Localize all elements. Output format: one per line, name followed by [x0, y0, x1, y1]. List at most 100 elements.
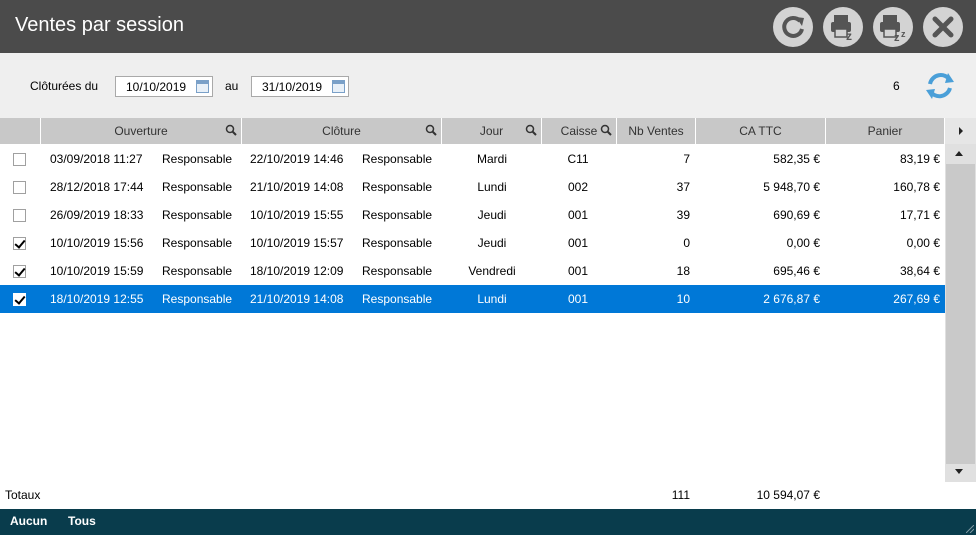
open-date-cell: 28/12/2018 17:44 [50, 180, 144, 194]
column-header-nb-ventes[interactable]: Nb Ventes [617, 118, 696, 144]
table-row[interactable]: 10/10/2019 15:56 Responsable 10/10/2019 15… [0, 229, 945, 257]
day-cell: Jeudi [477, 208, 507, 222]
day-cell: Lundi [477, 180, 507, 194]
svg-text:z: z [894, 32, 900, 44]
table-row[interactable]: 28/12/2018 17:44 Responsable 21/10/2019 14… [0, 173, 945, 201]
scroll-up-arrow-icon[interactable] [955, 151, 963, 156]
close-user-cell: Responsable [362, 152, 433, 166]
ca-ttc-cell: 690,69 € [773, 208, 820, 222]
footer-bar: Aucun Tous [0, 509, 976, 535]
table-row[interactable]: 10/10/2019 15:59 Responsable 18/10/2019 12… [0, 257, 945, 285]
ca-ttc-cell: 582,35 € [773, 152, 820, 166]
totals-label: Totaux [5, 488, 41, 502]
table-row[interactable]: 26/09/2019 18:33 Responsable 10/10/2019 15… [0, 201, 945, 229]
select-all-link[interactable]: Tous [68, 514, 96, 528]
resize-grip-icon[interactable] [966, 525, 974, 533]
basket-cell: 83,19 € [899, 152, 940, 166]
scroll-down-arrow-icon[interactable] [955, 469, 963, 474]
calendar-icon[interactable] [332, 80, 345, 93]
day-cell: Mardi [476, 152, 507, 166]
close-user-cell: Responsable [362, 264, 433, 278]
sales-count-cell: 0 [683, 236, 690, 250]
open-user-cell: Responsable [162, 236, 233, 250]
open-date-cell: 03/09/2018 11:27 [50, 152, 143, 166]
basket-cell: 38,64 € [899, 264, 940, 278]
column-header-panier[interactable]: Panier [826, 118, 945, 144]
close-user-cell: Responsable [362, 180, 433, 194]
register-cell: 002 [567, 180, 589, 194]
open-user-cell: Responsable [162, 292, 233, 306]
date-from-field[interactable]: 10/10/2019 [115, 76, 213, 97]
table-row[interactable]: 18/10/2019 12:55 Responsable 21/10/2019 14… [0, 285, 945, 313]
basket-cell: 0,00 € [906, 236, 940, 250]
open-date-cell: 26/09/2019 18:33 [50, 208, 144, 222]
filter-bar: Clôturées du 10/10/2019 au 31/10/2019 6 [0, 53, 976, 118]
row-checkbox[interactable] [13, 153, 26, 166]
search-icon[interactable] [525, 124, 537, 136]
sales-count-cell: 7 [683, 152, 690, 166]
select-none-link[interactable]: Aucun [10, 514, 47, 528]
register-cell: 001 [567, 236, 589, 250]
scrollbar-thumb[interactable] [946, 164, 975, 464]
ca-ttc-cell: 5 948,70 € [763, 180, 820, 194]
z-report-button[interactable]: z [823, 7, 863, 47]
row-checkbox[interactable] [13, 265, 26, 278]
result-count: 6 [893, 79, 900, 93]
sessions-table: Ouverture Clôture Jour Caisse Nb Ventes … [0, 118, 976, 482]
row-checkbox[interactable] [13, 181, 26, 194]
printer-zz-icon: z z [880, 15, 906, 44]
sales-count-cell: 37 [676, 180, 690, 194]
vertical-scrollbar[interactable] [945, 144, 976, 482]
basket-cell: 17,71 € [899, 208, 940, 222]
close-button[interactable] [923, 7, 963, 47]
close-date-cell: 10/10/2019 15:57 [250, 236, 344, 250]
calendar-icon[interactable] [196, 80, 209, 93]
sales-count-cell: 18 [676, 264, 690, 278]
search-icon[interactable] [225, 124, 237, 136]
scroll-right-button[interactable] [945, 118, 976, 144]
refresh-button[interactable] [773, 7, 813, 47]
column-header-cloture[interactable]: Clôture [242, 118, 442, 144]
close-date-cell: 10/10/2019 15:55 [250, 208, 344, 222]
day-cell: Jeudi [477, 236, 507, 250]
open-user-cell: Responsable [162, 180, 233, 194]
close-user-cell: Responsable [362, 208, 433, 222]
close-date-cell: 21/10/2019 14:08 [250, 180, 344, 194]
table-row[interactable]: 03/09/2018 11:27 Responsable 22/10/2019 14… [0, 145, 945, 173]
basket-cell: 160,78 € [893, 180, 940, 194]
totals-ca: 10 594,07 € [756, 488, 820, 502]
reload-icon[interactable] [922, 68, 958, 104]
close-icon [932, 16, 954, 38]
ca-ttc-cell: 2 676,87 € [763, 292, 820, 306]
date-from-value: 10/10/2019 [126, 80, 187, 94]
close-user-cell: Responsable [362, 292, 433, 306]
row-checkbox[interactable] [13, 209, 26, 222]
row-checkbox[interactable] [13, 237, 26, 250]
window-title: Ventes par session [15, 14, 184, 36]
search-icon[interactable] [425, 124, 437, 136]
date-from-label: Clôturées du [30, 79, 99, 93]
column-header-caisse[interactable]: Caisse [542, 118, 617, 144]
column-header-ca-ttc[interactable]: CA TTC [696, 118, 826, 144]
open-user-cell: Responsable [162, 152, 233, 166]
date-to-field[interactable]: 31/10/2019 [251, 76, 349, 97]
day-cell: Vendredi [468, 264, 516, 278]
register-cell: C11 [567, 152, 589, 166]
sales-count-cell: 10 [676, 292, 690, 306]
zz-report-button[interactable]: z z [873, 7, 913, 47]
open-date-cell: 10/10/2019 15:59 [50, 264, 144, 278]
open-user-cell: Responsable [162, 264, 233, 278]
column-header-ouverture[interactable]: Ouverture [41, 118, 242, 144]
search-icon[interactable] [600, 124, 612, 136]
open-user-cell: Responsable [162, 208, 233, 222]
register-cell: 001 [567, 292, 589, 306]
refresh-icon [782, 15, 804, 38]
column-header-jour[interactable]: Jour [442, 118, 542, 144]
svg-text:z: z [846, 29, 852, 43]
date-to-label: au [225, 79, 239, 93]
svg-text:z: z [901, 29, 906, 39]
totals-row: Totaux 111 10 594,07 € [0, 482, 976, 509]
column-header-select[interactable] [0, 118, 41, 144]
printer-z-icon: z [831, 15, 852, 43]
row-checkbox[interactable] [13, 293, 26, 306]
